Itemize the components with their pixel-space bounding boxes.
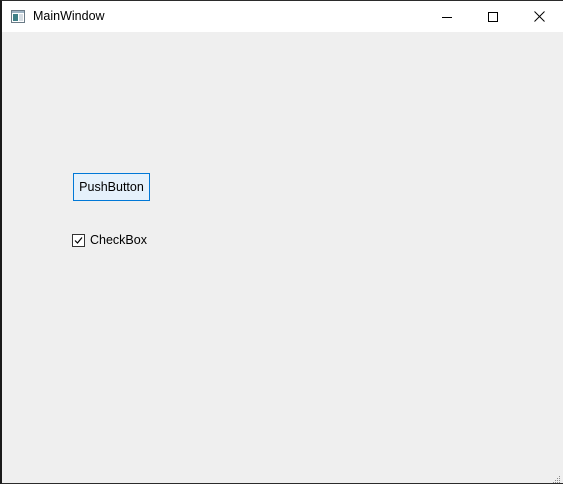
checkbox-label[interactable]: CheckBox: [90, 233, 147, 247]
client-area: PushButton CheckBox: [2, 32, 563, 483]
main-window: MainWindow PushButton CheckBox: [0, 0, 563, 484]
maximize-icon: [488, 11, 498, 22]
checkbox[interactable]: CheckBox: [72, 232, 147, 248]
size-grip-icon[interactable]: [551, 471, 561, 483]
minimize-icon: [442, 12, 452, 22]
title-bar[interactable]: MainWindow: [2, 1, 563, 32]
close-button[interactable]: [516, 1, 562, 32]
maximize-button[interactable]: [470, 1, 516, 32]
push-button[interactable]: PushButton: [73, 173, 150, 201]
close-icon: [533, 11, 545, 22]
window-app-icon: [11, 10, 25, 23]
checkmark-icon: [74, 236, 83, 244]
minimize-button[interactable]: [424, 1, 470, 32]
window-title: MainWindow: [33, 9, 105, 23]
checkbox-box[interactable]: [72, 233, 85, 247]
